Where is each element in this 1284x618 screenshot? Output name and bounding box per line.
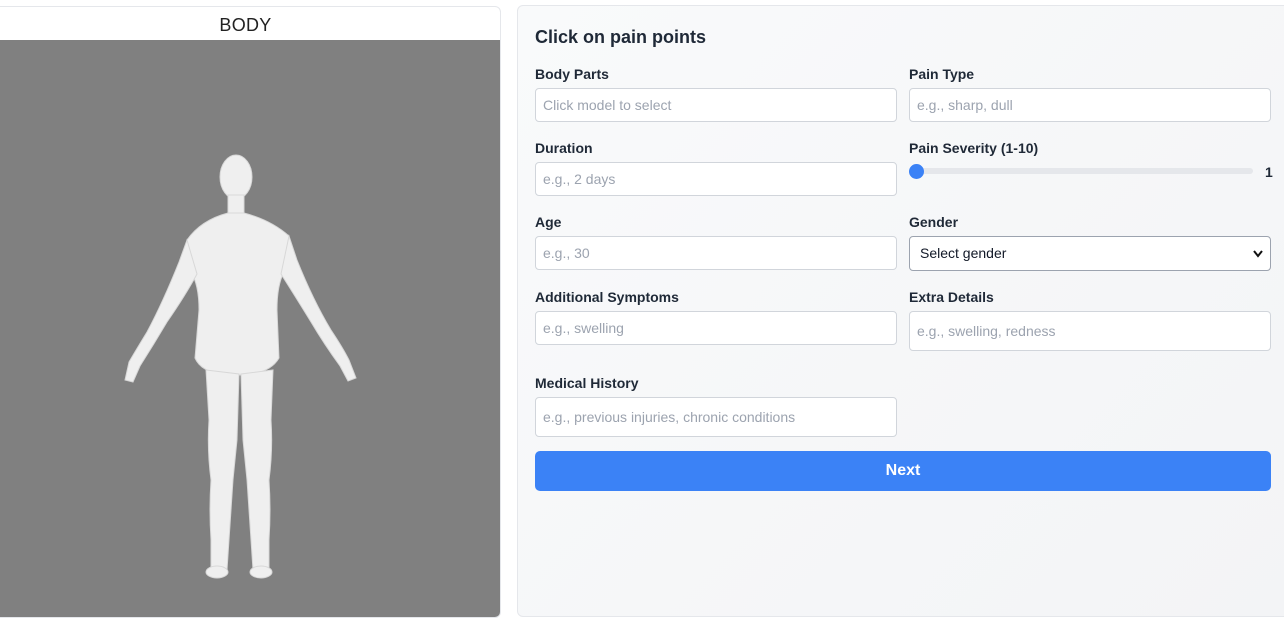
- medical-history-label: Medical History: [535, 375, 639, 391]
- panel-title: BODY: [219, 15, 272, 35]
- right-leg-model: [240, 369, 274, 571]
- medical-history-input[interactable]: [535, 397, 897, 437]
- right-foot-model: [249, 565, 273, 579]
- chevron-down-icon: [1252, 237, 1264, 283]
- left-foot-model: [205, 565, 229, 579]
- age-label: Age: [535, 214, 562, 230]
- human-body-model[interactable]: [1, 40, 490, 610]
- pain-severity-label: Pain Severity (1-10): [909, 140, 1039, 156]
- model-viewport[interactable]: [0, 40, 500, 617]
- age-input[interactable]: [535, 236, 897, 270]
- extra-details-label: Extra Details: [909, 289, 994, 305]
- left-arm-model: [124, 238, 198, 383]
- pain-type-input[interactable]: [909, 88, 1271, 122]
- form-title: Click on pain points: [535, 27, 707, 47]
- neck-model: [227, 194, 245, 214]
- additional-symptoms-label: Additional Symptoms: [535, 289, 679, 305]
- extra-details-input[interactable]: [909, 311, 1271, 351]
- right-arm-model: [280, 234, 357, 382]
- torso-model: [186, 212, 290, 376]
- pain-severity-value: 1: [1265, 164, 1273, 180]
- next-button[interactable]: Next: [535, 451, 1271, 491]
- pain-type-label: Pain Type: [909, 66, 975, 82]
- gender-select[interactable]: Select gender: [909, 236, 1271, 271]
- pain-severity-slider-track[interactable]: [909, 168, 1253, 174]
- left-leg-model: [205, 369, 240, 571]
- additional-symptoms-input[interactable]: [535, 311, 897, 345]
- head-model: [219, 154, 253, 200]
- body-parts-label: Body Parts: [535, 66, 609, 82]
- body-parts-input[interactable]: [535, 88, 897, 122]
- duration-label: Duration: [535, 140, 593, 156]
- duration-input[interactable]: [535, 162, 897, 196]
- gender-select-value: Select gender: [920, 245, 1007, 261]
- pain-severity-slider-thumb[interactable]: [909, 164, 924, 179]
- body-model-panel: BODY: [0, 6, 501, 618]
- gender-label: Gender: [909, 214, 959, 230]
- pain-form-panel: Click on pain points Body Parts Pain Typ…: [517, 5, 1284, 617]
